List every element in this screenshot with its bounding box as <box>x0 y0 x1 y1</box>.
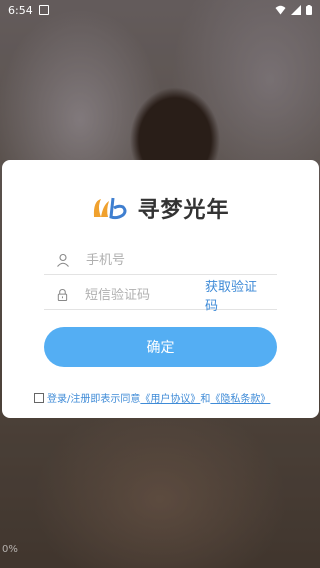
code-input[interactable] <box>84 287 205 303</box>
brand-name: 寻梦光年 <box>137 198 230 223</box>
brand-mark-icon <box>94 197 127 220</box>
agree-checkbox[interactable] <box>34 392 44 403</box>
user-icon <box>57 253 69 267</box>
agreement-prefix: 登录/注册即表示同意 <box>47 394 141 405</box>
confirm-button[interactable]: 确定 <box>44 327 277 367</box>
brand-logo: 寻梦光年 <box>2 192 319 224</box>
signal-icon <box>291 5 301 15</box>
lock-icon <box>57 288 68 302</box>
battery-icon <box>306 5 312 15</box>
notification-icon <box>38 5 49 15</box>
background-corner-text: 0% <box>2 544 18 555</box>
get-code-button[interactable]: 获取验证码 <box>205 276 265 314</box>
code-field[interactable]: 获取验证码 <box>44 280 277 314</box>
user-agreement-link[interactable]: 《用户协议》 <box>140 390 200 405</box>
status-bar: 6:54 <box>0 0 320 20</box>
status-time: 6:54 <box>8 3 33 17</box>
phone-field[interactable] <box>44 246 277 275</box>
status-right <box>275 5 312 15</box>
agreement-row: 登录/注册即表示同意 《用户协议》 和 《隐私条款》 <box>34 390 319 405</box>
login-dialog: 寻梦光年 获取验证码 确定 登录/注册即表示同意 《用户协议》 和 《隐私条款》 <box>2 160 319 418</box>
agreement-and: 和 <box>200 394 211 405</box>
privacy-policy-link[interactable]: 《隐私条款》 <box>210 390 270 405</box>
phone-input[interactable] <box>86 252 206 268</box>
wifi-icon <box>275 5 286 15</box>
